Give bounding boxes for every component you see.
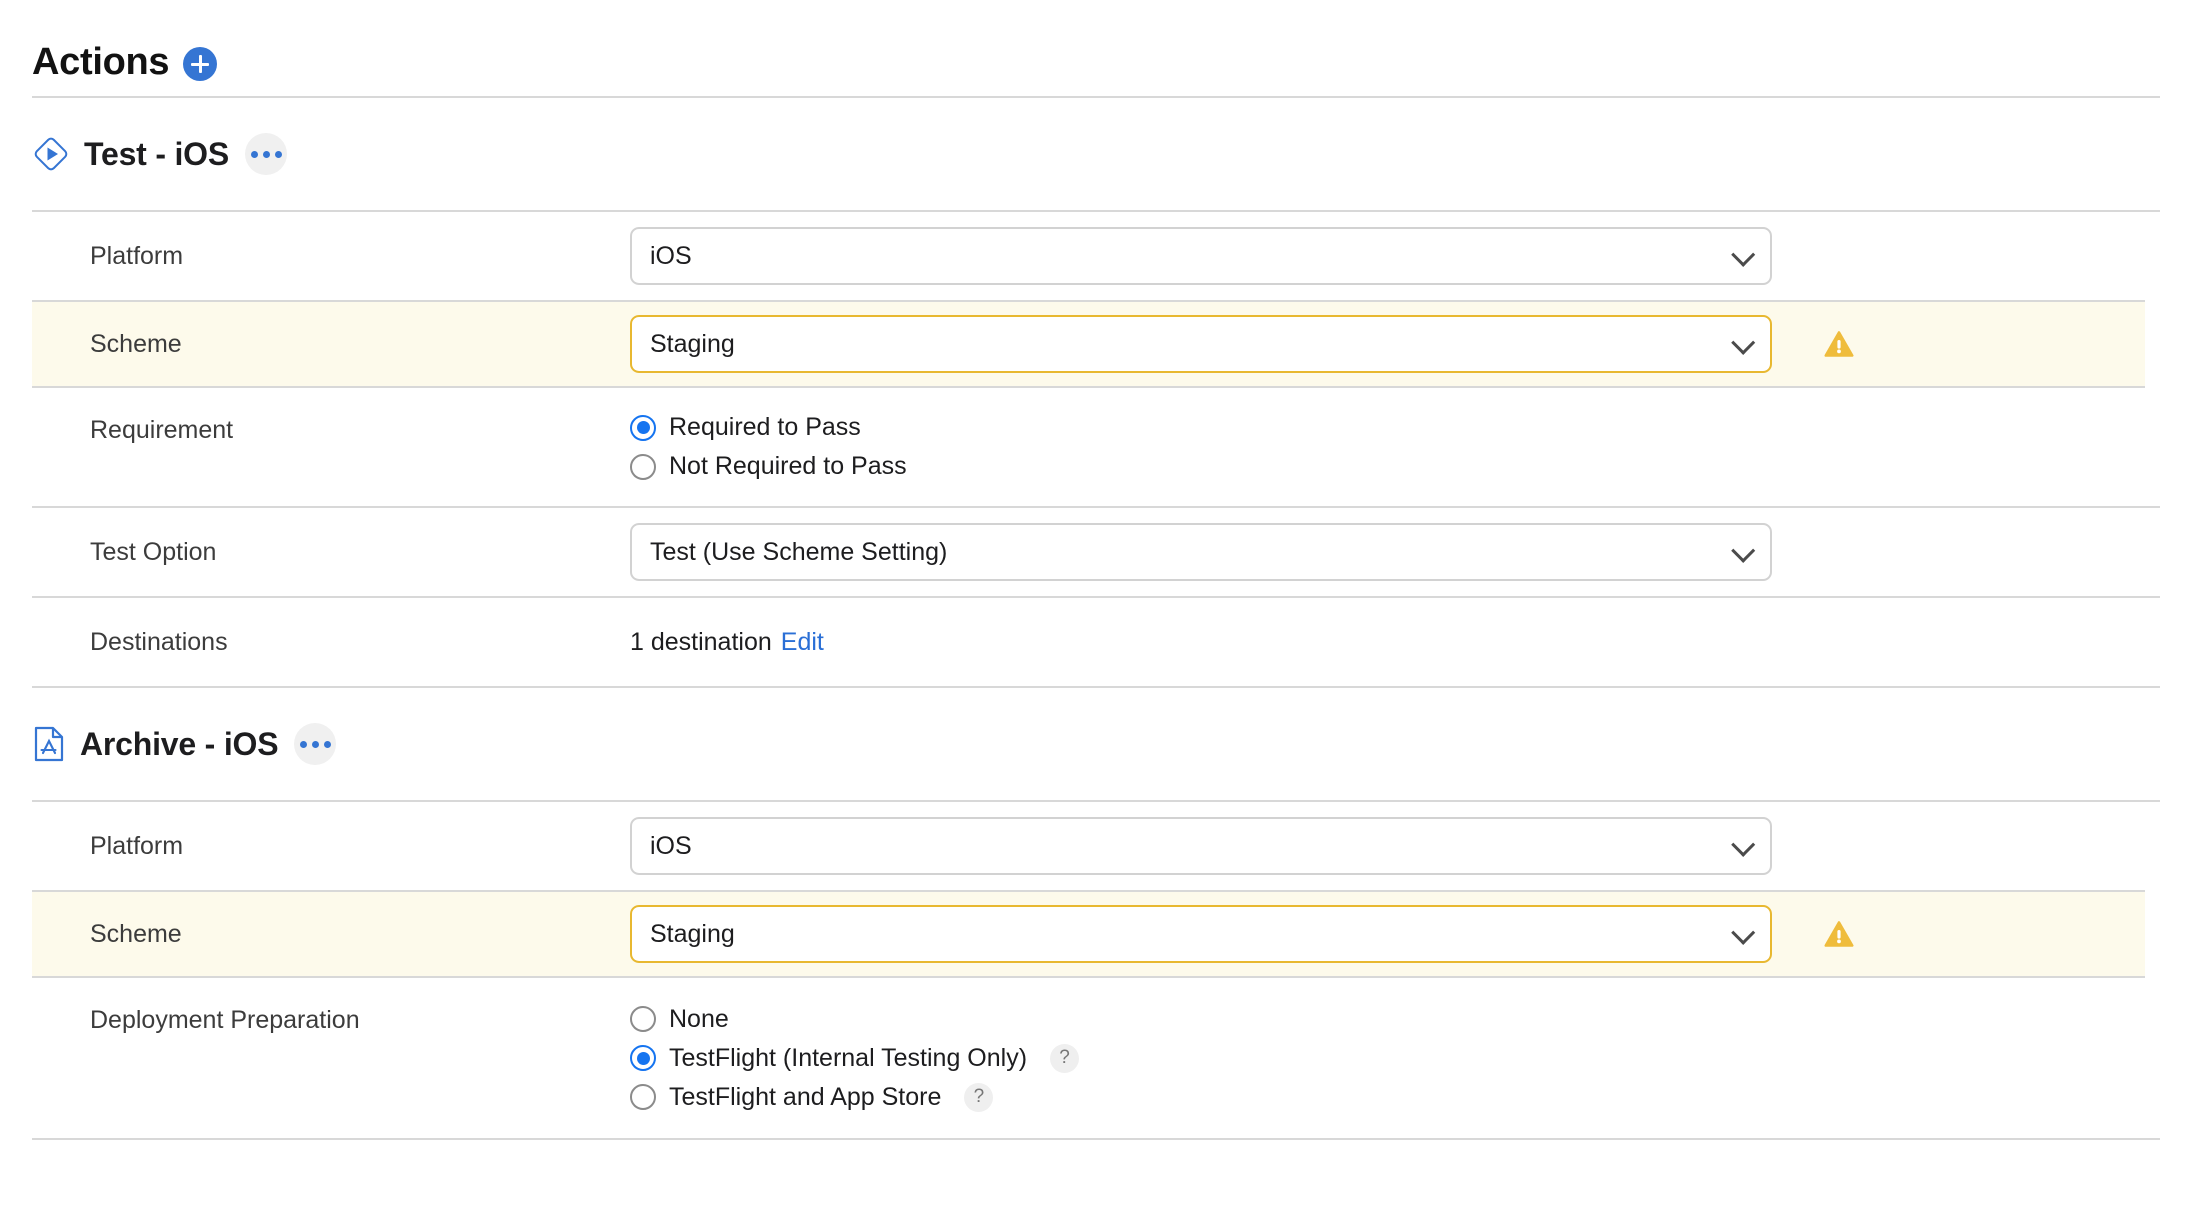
ellipsis-icon — [311, 740, 319, 748]
section-header-test-ios: Test - iOS — [0, 98, 2186, 210]
scheme-select-value: Staging — [650, 329, 735, 358]
chevron-down-icon — [1731, 920, 1756, 945]
row-label: Scheme — [90, 329, 182, 358]
radio-indicator[interactable] — [630, 453, 656, 480]
row-label: Test Option — [90, 537, 217, 566]
ellipsis-icon — [323, 740, 331, 748]
row-control: iOS — [630, 227, 2186, 285]
scheme-select[interactable]: Staging — [630, 905, 1772, 963]
ellipsis-icon — [250, 150, 258, 158]
row-platform: Platform iOS — [0, 802, 2186, 890]
row-destinations: Destinations 1 destination Edit — [0, 598, 2186, 686]
row-label: Scheme — [90, 919, 182, 948]
row-control: Required to Pass Not Required to Pass — [630, 393, 2186, 501]
ellipsis-icon — [274, 150, 282, 158]
row-label: Platform — [90, 241, 184, 270]
requirement-radio-group: Required to Pass Not Required to Pass — [630, 393, 907, 501]
row-requirement: Requirement Required to Pass Not Require… — [0, 388, 2186, 506]
row-control: 1 destination Edit — [630, 628, 2186, 657]
section-menu-button-test-ios[interactable] — [245, 133, 287, 175]
deployment-preparation-radio-group: None TestFlight (Internal Testing Only) … — [630, 985, 1080, 1132]
radio-none[interactable]: None — [630, 1005, 1079, 1034]
row-platform: Platform iOS — [0, 212, 2186, 300]
radio-label: Required to Pass — [669, 413, 861, 441]
row-label: Deployment Preparation — [90, 1006, 360, 1034]
platform-select[interactable]: iOS — [630, 227, 1772, 285]
help-icon[interactable]: ? — [1050, 1043, 1080, 1073]
row-label: Platform — [90, 831, 184, 860]
actions-panel: Actions Test - iOS Platform iOS Scheme S… — [0, 0, 2186, 1224]
row-label: Requirement — [90, 416, 234, 444]
chevron-down-icon — [1731, 538, 1756, 563]
row-control: None TestFlight (Internal Testing Only) … — [630, 985, 2186, 1132]
row-scheme: Scheme Staging — [32, 300, 2145, 388]
actions-header: Actions — [0, 0, 2186, 96]
radio-label: TestFlight and App Store — [669, 1082, 942, 1111]
chevron-down-icon — [1731, 330, 1756, 355]
warning-triangle-icon[interactable] — [1824, 920, 1854, 948]
row-control: iOS — [630, 817, 2186, 875]
radio-indicator[interactable] — [630, 1084, 656, 1110]
radio-indicator[interactable] — [630, 1045, 656, 1071]
section-header-archive-ios: Archive - iOS — [0, 688, 2186, 800]
ellipsis-icon — [262, 150, 270, 158]
radio-not-required-to-pass[interactable]: Not Required to Pass — [630, 452, 907, 481]
radio-testflight-internal[interactable]: TestFlight (Internal Testing Only) ? — [630, 1043, 1080, 1073]
section-title: Archive - iOS — [80, 725, 279, 762]
app-store-document-icon — [34, 726, 64, 762]
destinations-edit-link[interactable]: Edit — [781, 628, 824, 657]
row-control: Staging — [630, 315, 2145, 373]
row-deployment-preparation: Deployment Preparation None TestFlight (… — [0, 978, 2186, 1138]
scheme-select[interactable]: Staging — [630, 315, 1772, 373]
warning-triangle-icon[interactable] — [1824, 330, 1854, 358]
radio-label: TestFlight (Internal Testing Only) — [669, 1043, 1028, 1072]
radio-indicator[interactable] — [630, 414, 656, 441]
bottom-divider — [32, 1138, 2160, 1140]
row-scheme: Scheme Staging — [32, 890, 2145, 978]
radio-required-to-pass[interactable]: Required to Pass — [630, 413, 907, 442]
help-icon[interactable]: ? — [964, 1082, 994, 1112]
section-title: Test - iOS — [84, 135, 229, 172]
row-control: Staging — [630, 905, 2145, 963]
row-control: Test (Use Scheme Setting) — [630, 523, 2186, 581]
chevron-down-icon — [1731, 832, 1756, 857]
radio-indicator[interactable] — [630, 1006, 656, 1032]
page-title: Actions — [32, 40, 170, 83]
ellipsis-icon — [299, 740, 307, 748]
platform-select-value: iOS — [650, 241, 692, 270]
chevron-down-icon — [1731, 242, 1756, 267]
test-option-select-value: Test (Use Scheme Setting) — [650, 537, 948, 566]
radio-label: None — [669, 1004, 729, 1033]
platform-select-value: iOS — [650, 831, 692, 860]
destinations-count: 1 destination — [630, 627, 772, 656]
test-option-select[interactable]: Test (Use Scheme Setting) — [630, 523, 1772, 581]
section-menu-button-archive-ios[interactable] — [294, 723, 337, 765]
add-action-button[interactable] — [183, 47, 218, 81]
radio-label: Not Required to Pass — [669, 452, 907, 480]
play-diamond-icon — [34, 137, 68, 171]
platform-select[interactable]: iOS — [630, 817, 1772, 875]
radio-testflight-app-store[interactable]: TestFlight and App Store ? — [630, 1082, 1079, 1112]
row-test-option: Test Option Test (Use Scheme Setting) — [0, 508, 2186, 596]
scheme-select-value: Staging — [650, 919, 735, 948]
row-label: Destinations — [90, 627, 228, 656]
